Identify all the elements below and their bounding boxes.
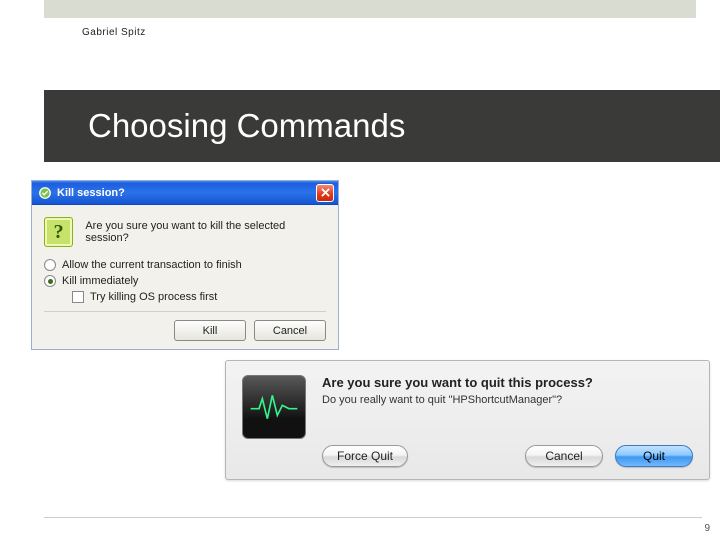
kill-button-label: Kill: [203, 325, 218, 337]
radio-allow-finish-label: Allow the current transaction to finish: [62, 259, 242, 271]
windows-dialog-message: Are you sure you want to kill the select…: [85, 220, 326, 244]
windows-dialog-title: Kill session?: [57, 187, 316, 199]
close-icon[interactable]: [316, 184, 334, 202]
cancel-button[interactable]: Cancel: [525, 445, 603, 467]
cancel-button-label: Cancel: [273, 325, 307, 337]
mac-dialog-title: Are you sure you want to quit this proce…: [322, 375, 693, 390]
windows-dialog-body: ? Are you sure you want to kill the sele…: [32, 205, 338, 349]
radio-allow-finish[interactable]: Allow the current transaction to finish: [44, 259, 326, 271]
header-accent-bar: [44, 0, 696, 18]
footer-rule: [44, 517, 702, 518]
radio-icon: [44, 275, 56, 287]
radio-icon: [44, 259, 56, 271]
activity-monitor-icon: [242, 375, 306, 439]
checkbox-icon: [72, 291, 84, 303]
author-name: Gabriel Spitz: [82, 27, 146, 38]
quit-button[interactable]: Quit: [615, 445, 693, 467]
slide-title: Choosing Commands: [88, 107, 405, 145]
checkbox-try-os-process[interactable]: Try killing OS process first: [72, 291, 326, 303]
radio-kill-immediately-label: Kill immediately: [62, 275, 138, 287]
page-number: 9: [704, 523, 710, 534]
force-quit-button-label: Force Quit: [337, 449, 393, 463]
kill-button[interactable]: Kill: [174, 320, 246, 341]
mac-dialog: Are you sure you want to quit this proce…: [225, 360, 710, 480]
cancel-button-label: Cancel: [545, 449, 582, 463]
divider: [44, 311, 326, 312]
force-quit-button[interactable]: Force Quit: [322, 445, 408, 467]
windows-titlebar[interactable]: Kill session?: [32, 181, 338, 205]
cancel-button[interactable]: Cancel: [254, 320, 326, 341]
app-icon: [38, 186, 52, 200]
windows-dialog: Kill session? ? Are you sure you want to…: [31, 180, 339, 350]
mac-dialog-subtitle: Do you really want to quit "HPShortcutMa…: [322, 394, 693, 406]
title-band: Choosing Commands: [44, 90, 720, 162]
checkbox-try-os-process-label: Try killing OS process first: [90, 291, 217, 303]
question-icon: ?: [44, 217, 73, 247]
radio-kill-immediately[interactable]: Kill immediately: [44, 275, 326, 287]
quit-button-label: Quit: [643, 449, 665, 463]
